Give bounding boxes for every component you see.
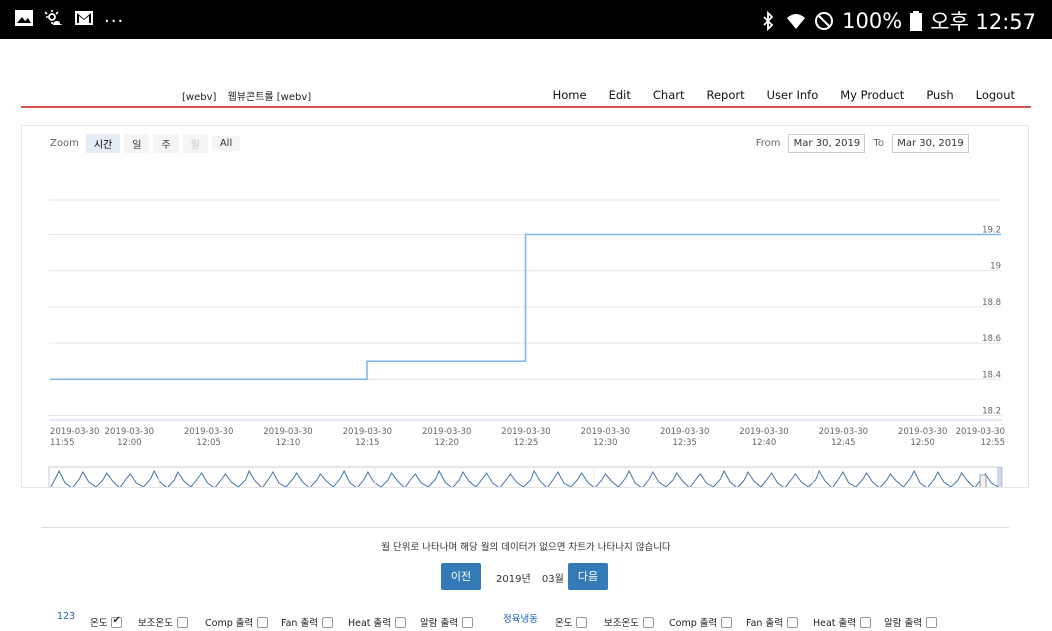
month-note: 월 단위로 나타나며 해당 월의 데이터가 없으면 차트가 나타나지 않습니다 <box>381 542 671 553</box>
device-option[interactable]: 온도 <box>555 615 588 629</box>
section-divider <box>41 527 1009 528</box>
navigator[interactable]: 4. Mar11. Mar18. Mar25. Mar <box>48 466 1003 487</box>
nav-report[interactable]: Report <box>706 88 744 102</box>
status-bar: ... 100% 오후 12:57 <box>0 0 1052 39</box>
device-option[interactable]: Comp 출력 <box>669 615 733 629</box>
device-name: 123 <box>57 611 76 622</box>
option-checkbox[interactable] <box>642 616 654 628</box>
bluetooth-icon <box>763 11 774 31</box>
option-label: 온도 <box>90 618 108 629</box>
header-divider <box>21 106 1031 108</box>
y-tick-label: 18.8 <box>982 298 1001 308</box>
device-option[interactable]: 온도 <box>90 615 123 629</box>
device-option[interactable]: 보조온도 <box>604 615 654 629</box>
option-checkbox[interactable] <box>111 615 123 628</box>
option-label: 보조온도 <box>604 618 639 629</box>
device-option[interactable]: Fan 출력 <box>746 615 798 629</box>
option-label: Heat 출력 <box>348 618 392 629</box>
nav-edit[interactable]: Edit <box>609 88 631 102</box>
x-tick-label: 2019-03-30 12:25 <box>501 427 550 448</box>
device-option[interactable]: Heat 출력 <box>813 615 872 629</box>
x-tick-label: 2019-03-30 12:00 <box>105 427 154 448</box>
clock: 오후 12:57 <box>930 10 1036 34</box>
device-option[interactable]: 보조온도 <box>138 615 188 629</box>
option-label: 알람 출력 <box>884 618 922 629</box>
x-tick-label: 2019-03-30 12:05 <box>184 427 233 448</box>
wifi-icon <box>787 14 806 29</box>
option-label: 온도 <box>555 618 573 629</box>
y-axis-labels: 19.21918.818.618.418.2 <box>982 226 1001 417</box>
nav-chart[interactable]: Chart <box>653 88 685 102</box>
option-label: Comp 출력 <box>205 618 254 629</box>
x-tick-label: 2019-03-30 12:30 <box>581 427 630 448</box>
option-checkbox[interactable] <box>721 616 733 628</box>
current-month-value: 03월 <box>541 574 564 585</box>
device-option[interactable]: Comp 출력 <box>205 615 269 629</box>
x-tick-label: 2019-03-30 12:15 <box>343 427 392 448</box>
chart-panel: Zoom 시간 일 주 월 All From Mar 30, 2019 To M… <box>21 125 1029 488</box>
weather-icon <box>44 10 62 25</box>
device-option[interactable]: Heat 출력 <box>348 615 407 629</box>
x-axis-labels: 2019-03-30 11:55 2019-03-30 12:00 2019-03-30… <box>50 427 1005 448</box>
chart: 19.21918.818.618.418.2 2019-03-30 11:5520… <box>48 199 1005 487</box>
nav-user-info[interactable]: User Info <box>767 88 819 102</box>
x-tick-label: 2019-03-30 11:55 <box>50 427 99 448</box>
battery-icon <box>910 11 923 31</box>
option-checkbox[interactable] <box>461 616 473 628</box>
main-nav: Home Edit Chart Report User Info My Prod… <box>553 88 1015 102</box>
x-tick-label: 2019-03-30 12:45 <box>819 427 868 448</box>
option-checkbox[interactable] <box>576 616 588 628</box>
option-checkbox[interactable] <box>395 616 407 628</box>
option-checkbox[interactable] <box>321 616 333 628</box>
y-tick-label: 19 <box>990 262 1001 272</box>
brand: [webv] 웹뷰콘트롤 [webv] <box>182 88 311 103</box>
device-option[interactable]: 알람 출력 <box>420 615 473 629</box>
image-icon <box>15 10 33 26</box>
current-year: 2019년 <box>496 574 531 585</box>
x-tick-label: 2019-03-30 12:55 <box>956 427 1005 448</box>
option-checkbox[interactable] <box>257 616 269 628</box>
nav-my-product[interactable]: My Product <box>840 88 904 102</box>
option-label: Comp 출력 <box>669 618 718 629</box>
device-option[interactable]: 알람 출력 <box>884 615 937 629</box>
web-page: [webv] 웹뷰콘트롤 [webv] Home Edit Chart Repo… <box>0 39 1052 629</box>
do-not-disturb-icon <box>815 12 834 30</box>
option-label: 보조온도 <box>138 618 173 629</box>
gmail-icon <box>75 11 93 25</box>
next-month-button[interactable]: 다음 <box>568 563 608 590</box>
y-tick-label: 18.2 <box>982 407 1001 417</box>
device-options: 123 온도 보조온도 Comp 출력 Fan 출력 Heat 출력 알람 출력 정육냉동 온도… <box>0 609 1052 631</box>
navigator-handle[interactable] <box>979 474 987 487</box>
nav-logout[interactable]: Logout <box>976 88 1015 102</box>
y-tick-label: 18.6 <box>982 334 1001 344</box>
nav-push[interactable]: Push <box>926 88 953 102</box>
y-tick-label: 18.4 <box>982 370 1001 380</box>
device-option[interactable]: Fan 출력 <box>281 615 333 629</box>
option-label: Fan 출력 <box>746 618 783 629</box>
current-month: 2019년 03월 <box>496 570 564 585</box>
option-checkbox[interactable] <box>176 616 188 628</box>
brand-full: 웹뷰콘트롤 [webv] <box>227 92 312 103</box>
navigator-selection[interactable] <box>997 467 1002 487</box>
nav-home[interactable]: Home <box>553 88 587 102</box>
option-checkbox[interactable] <box>925 616 937 628</box>
option-label: 알람 출력 <box>420 618 458 629</box>
option-label: Fan 출력 <box>281 618 318 629</box>
prev-month-button[interactable]: 이전 <box>441 563 481 590</box>
device-name: 정육냉동 <box>503 614 538 625</box>
x-tick-label: 2019-03-30 12:10 <box>263 427 312 448</box>
option-label: Heat 출력 <box>813 618 857 629</box>
x-tick-label: 2019-03-30 12:20 <box>422 427 471 448</box>
x-tick-label: 2019-03-30 12:50 <box>898 427 947 448</box>
brand-short: [webv] <box>182 92 217 103</box>
option-checkbox[interactable] <box>786 616 798 628</box>
option-checkbox[interactable] <box>860 616 872 628</box>
x-tick-label: 2019-03-30 12:40 <box>739 427 788 448</box>
x-tick-label: 2019-03-30 12:35 <box>660 427 709 448</box>
battery-percent: 100% <box>842 9 903 33</box>
more-notifications: ... <box>104 5 125 27</box>
